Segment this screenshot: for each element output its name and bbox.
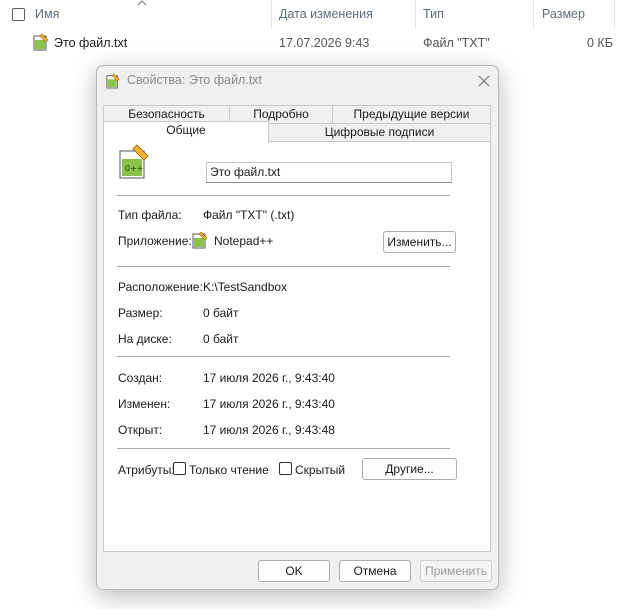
disk-size-label: На диске: <box>118 332 172 346</box>
column-name[interactable]: Имя <box>35 7 59 21</box>
notepadpp-file-icon <box>33 33 49 51</box>
change-app-button[interactable]: Изменить... <box>383 231 456 253</box>
readonly-label[interactable]: Только чтение <box>189 463 269 477</box>
app-value: Notepad++ <box>214 234 274 248</box>
created-value: 17 июля 2026 г., 9:43:40 <box>203 371 335 385</box>
file-row[interactable]: Это файл.txt 17.07.2026 9:43 Файл "TXT" … <box>0 30 630 56</box>
apply-button[interactable]: Применить <box>420 560 492 582</box>
file-type-value: Файл "TXT" (.txt) <box>203 208 295 222</box>
readonly-checkbox[interactable] <box>173 462 186 475</box>
divider <box>117 448 450 449</box>
advanced-attributes-button[interactable]: Другие... <box>362 458 457 480</box>
file-type: Файл "TXT" <box>423 36 490 50</box>
dialog-titlebar[interactable]: Свойства: Это файл.txt <box>97 66 498 96</box>
divider <box>117 195 450 196</box>
column-divider[interactable] <box>271 0 272 28</box>
divider <box>117 356 450 357</box>
close-icon[interactable] <box>473 71 495 91</box>
dialog-title: Свойства: Это файл.txt <box>127 73 263 87</box>
modified-value: 17 июля 2026 г., 9:43:40 <box>203 397 335 411</box>
disk-size-value: 0 байт <box>203 332 239 346</box>
app-label: Приложение: <box>118 234 192 248</box>
notepadpp-app-icon <box>192 231 208 249</box>
accessed-value: 17 июля 2026 г., 9:43:48 <box>203 423 335 437</box>
divider <box>117 266 450 267</box>
location-label: Расположение: <box>118 280 203 294</box>
notepadpp-file-large-icon: 0++ <box>119 144 149 179</box>
column-date[interactable]: Дата изменения <box>279 7 373 21</box>
cancel-button[interactable]: Отмена <box>339 560 411 582</box>
filename-field[interactable]: Это файл.txt <box>206 162 452 183</box>
tab-general[interactable]: Общие <box>103 121 269 143</box>
select-all-checkbox[interactable] <box>12 8 25 21</box>
file-size: 0 КБ <box>587 36 613 50</box>
svg-text:0++: 0++ <box>125 164 144 173</box>
hidden-checkbox[interactable] <box>279 462 292 475</box>
modified-label: Изменен: <box>118 397 171 411</box>
column-divider[interactable] <box>614 0 615 28</box>
size-value: 0 байт <box>203 306 239 320</box>
tab-previous-versions[interactable]: Предыдущие версии <box>332 105 491 124</box>
location-value: K:\TestSandbox <box>203 280 288 294</box>
tab-digital-signatures[interactable]: Цифровые подписи <box>268 123 491 142</box>
ok-button[interactable]: OK <box>258 560 330 582</box>
column-divider[interactable] <box>533 0 534 28</box>
hidden-label[interactable]: Скрытый <box>295 463 345 477</box>
file-date: 17.07.2026 9:43 <box>279 36 370 50</box>
column-type[interactable]: Тип <box>423 7 444 21</box>
properties-dialog: Свойства: Это файл.txt Безопасность Подр… <box>96 65 499 590</box>
size-label: Размер: <box>118 306 163 320</box>
explorer-column-header: Имя Дата изменения Тип Размер <box>0 0 630 28</box>
accessed-label: Открыт: <box>118 423 163 437</box>
attributes-label: Атрибуты: <box>118 463 175 477</box>
sort-ascending-icon <box>137 0 147 6</box>
notepadpp-file-icon <box>106 73 120 89</box>
file-name[interactable]: Это файл.txt <box>54 36 127 50</box>
created-label: Создан: <box>118 371 163 385</box>
general-tab-panel: 0++ Это файл.txt Тип файла: Файл "TXT" (… <box>103 141 491 552</box>
column-divider[interactable] <box>415 0 416 28</box>
file-type-label: Тип файла: <box>118 208 182 222</box>
column-size[interactable]: Размер <box>542 7 585 21</box>
